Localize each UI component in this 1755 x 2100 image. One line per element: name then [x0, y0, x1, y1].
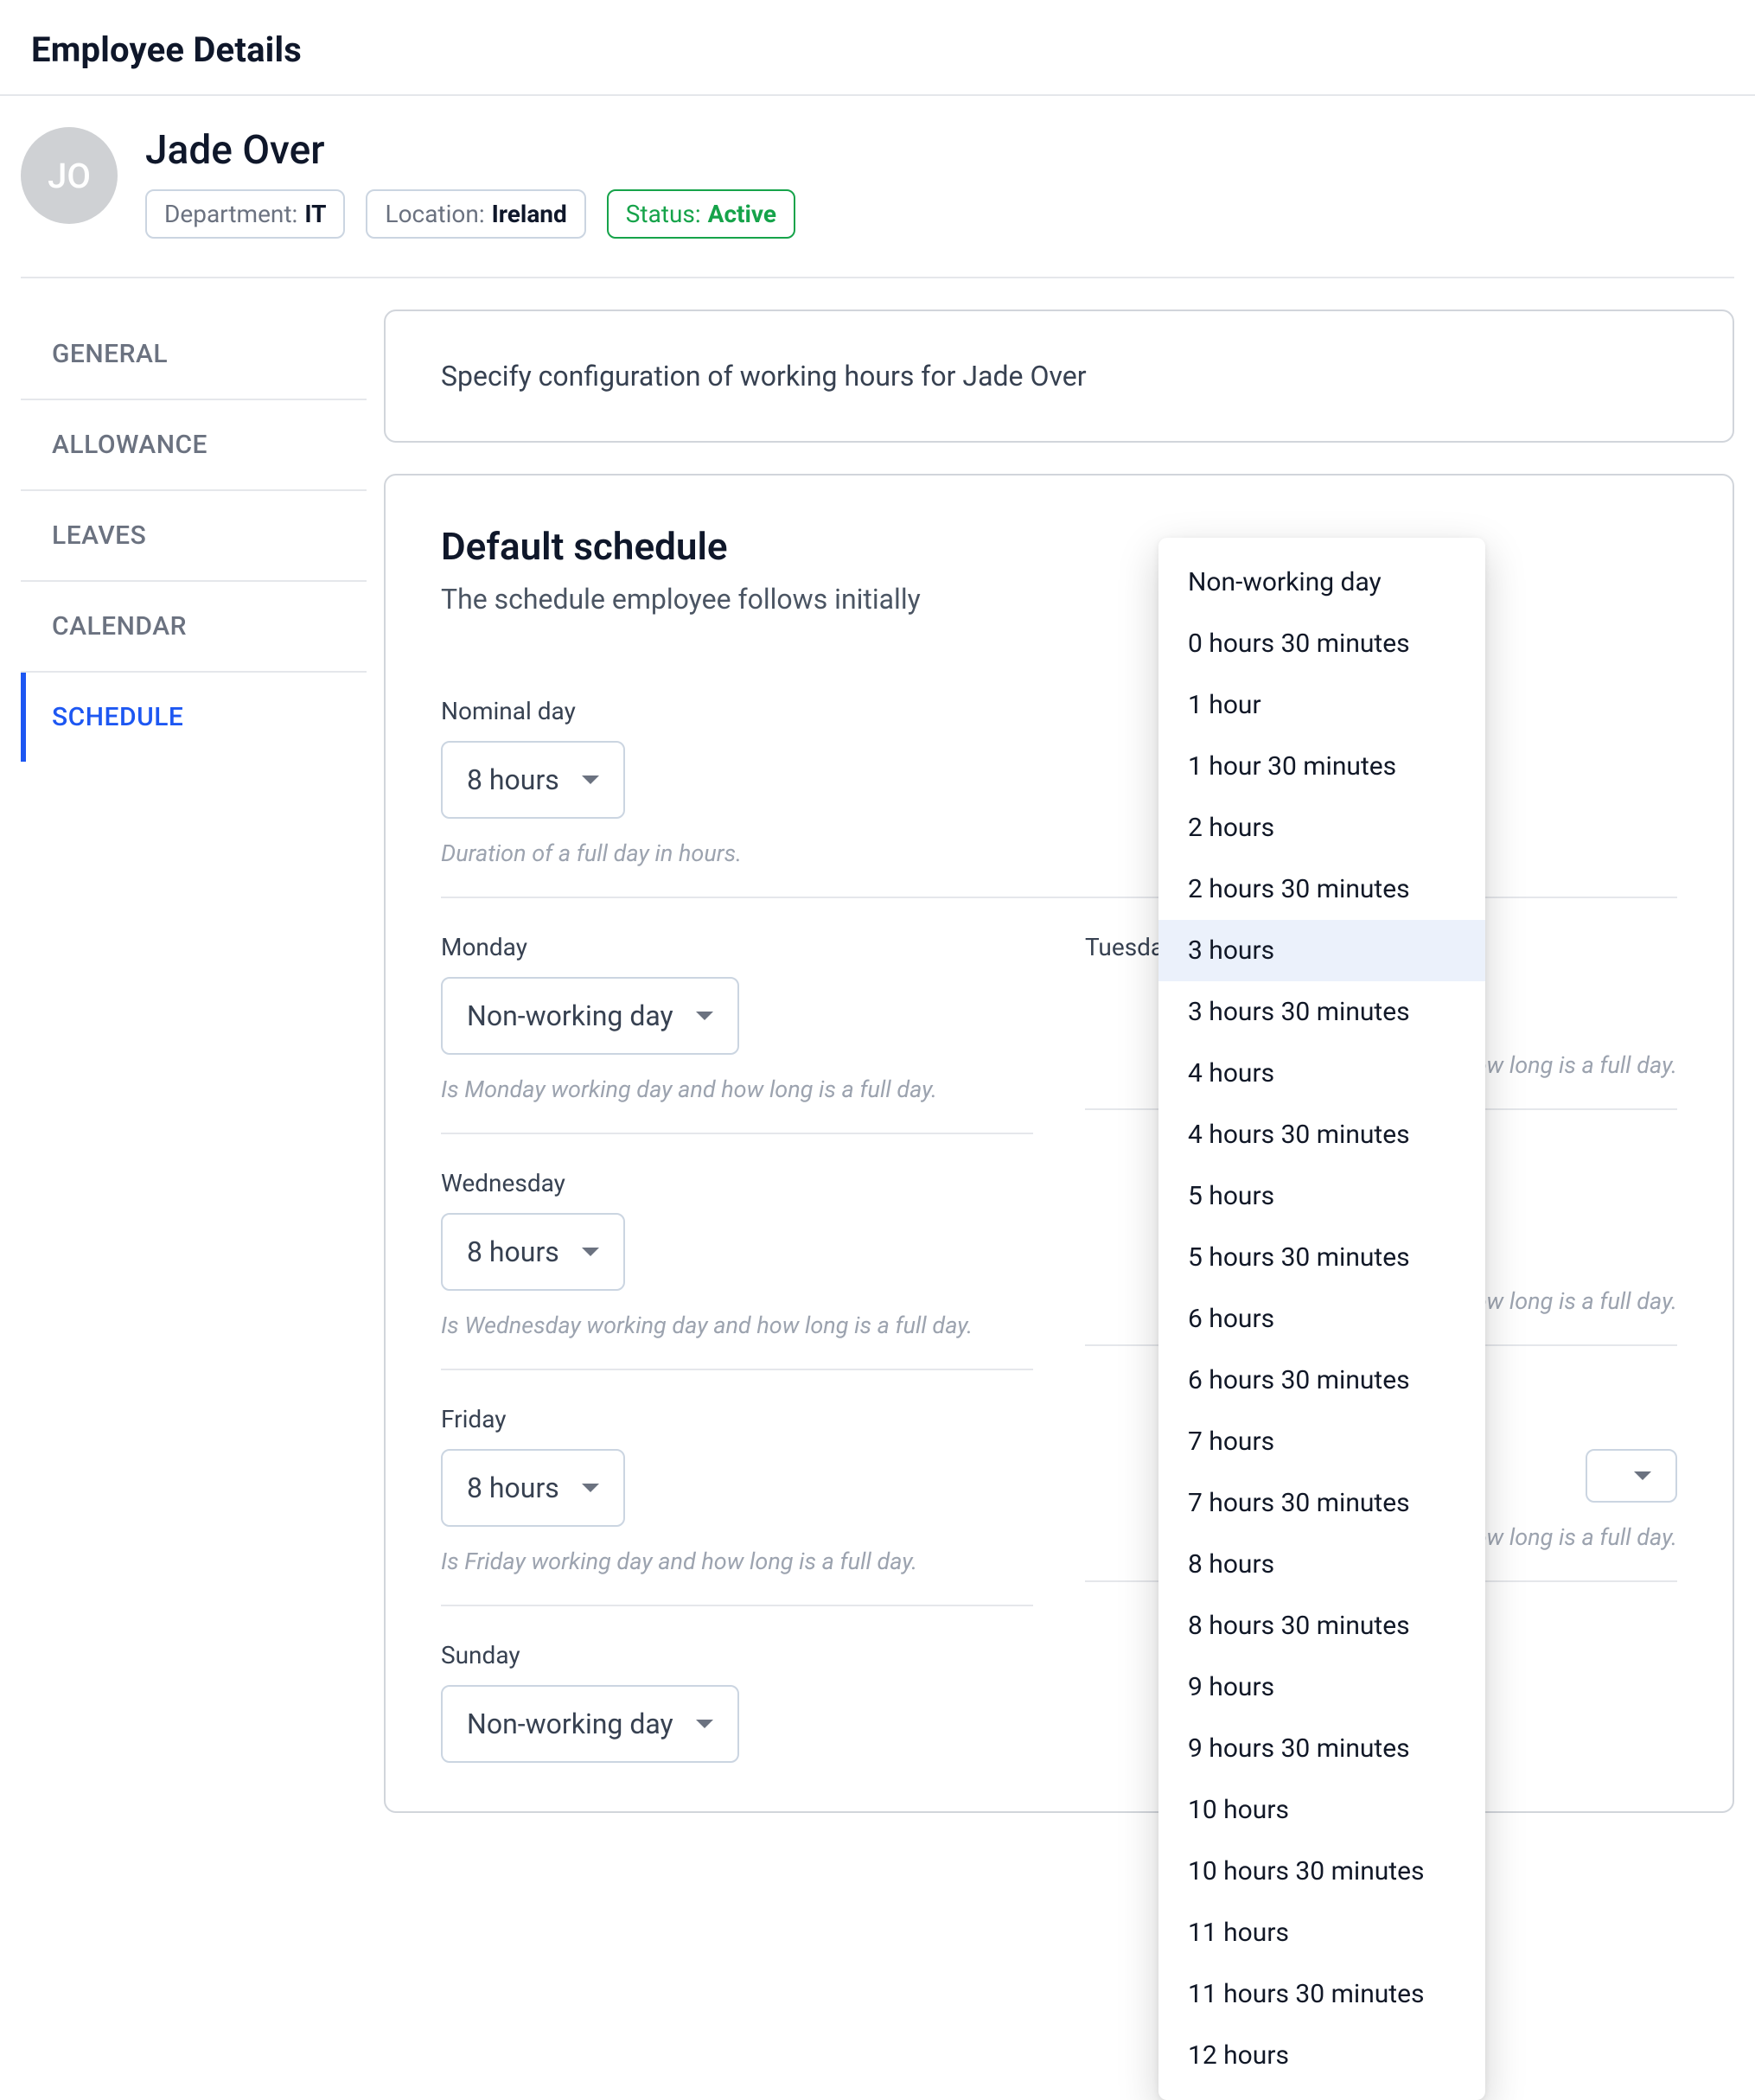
- intro-text: Specify configuration of working hours f…: [441, 360, 1677, 393]
- schedule-card: Default schedule The schedule employee f…: [384, 474, 1734, 1813]
- chips-row: Department: IT Location: Ireland Status:…: [145, 189, 795, 239]
- dropdown-option[interactable]: 8 hours: [1158, 1534, 1485, 1595]
- dropdown-option[interactable]: 0 hours 30 minutes: [1158, 613, 1485, 674]
- nominal-day-label: Nominal day: [441, 697, 1677, 725]
- content-area: GENERAL ALLOWANCE LEAVES CALENDAR SCHEDU…: [0, 278, 1755, 1844]
- chevron-down-icon: [696, 1720, 713, 1728]
- dropdown-option[interactable]: 4 hours: [1158, 1043, 1485, 1104]
- day-help-wednesday: Is Wednesday working day and how long is…: [441, 1312, 1033, 1339]
- side-nav: GENERAL ALLOWANCE LEAVES CALENDAR SCHEDU…: [21, 310, 367, 762]
- dropdown-option[interactable]: 2 hours 30 minutes: [1158, 859, 1485, 920]
- dropdown-option[interactable]: 11 hours 30 minutes: [1158, 1963, 1485, 2025]
- dropdown-option[interactable]: 6 hours 30 minutes: [1158, 1350, 1485, 1411]
- day-block-friday: Friday 8 hours Is Friday working day and…: [441, 1370, 1033, 1606]
- dropdown-option[interactable]: 7 hours: [1158, 1411, 1485, 1472]
- dropdown-option[interactable]: 4 hours 30 minutes: [1158, 1104, 1485, 1165]
- chip-status-value: Active: [708, 200, 776, 228]
- page-header: Employee Details: [0, 0, 1755, 96]
- schedule-card-title: Default schedule: [441, 524, 1677, 569]
- chevron-down-icon: [1634, 1471, 1651, 1480]
- dropdown-option[interactable]: 9 hours: [1158, 1656, 1485, 1718]
- chevron-down-icon: [582, 776, 599, 784]
- day-label-monday: Monday: [441, 933, 1033, 961]
- day-select-saturday[interactable]: [1586, 1449, 1677, 1503]
- schedule-card-subtitle: The schedule employee follows initially: [441, 583, 1677, 616]
- day-label-wednesday: Wednesday: [441, 1169, 1033, 1197]
- main-column: Specify configuration of working hours f…: [384, 310, 1734, 1844]
- chevron-down-icon: [582, 1484, 599, 1492]
- nominal-day-value: 8 hours: [467, 763, 559, 796]
- chip-department: Department: IT: [145, 189, 345, 239]
- chip-department-value: IT: [304, 200, 326, 228]
- day-block-sunday: Sunday Non-working day: [441, 1606, 1033, 1763]
- day-help-friday: Is Friday working day and how long is a …: [441, 1548, 1033, 1575]
- employee-name: Jade Over: [145, 127, 795, 174]
- chip-location-label: Location:: [385, 200, 484, 228]
- chevron-down-icon: [696, 1012, 713, 1020]
- employee-summary: JO Jade Over Department: IT Location: Ir…: [0, 96, 1755, 239]
- sidebar-item-leaves[interactable]: LEAVES: [21, 491, 367, 582]
- avatar: JO: [21, 127, 118, 224]
- dropdown-option[interactable]: 11 hours: [1158, 1902, 1485, 1963]
- sidebar-item-schedule[interactable]: SCHEDULE: [21, 673, 367, 762]
- page-title: Employee Details: [31, 29, 1724, 70]
- chip-location-value: Ireland: [492, 200, 567, 228]
- day-value-friday: 8 hours: [467, 1471, 559, 1504]
- sidebar-item-general[interactable]: GENERAL: [21, 310, 367, 400]
- dropdown-option[interactable]: Non-working day: [1158, 552, 1485, 613]
- intro-card: Specify configuration of working hours f…: [384, 310, 1734, 443]
- dropdown-option[interactable]: 2 hours: [1158, 797, 1485, 859]
- dropdown-option[interactable]: 10 hours 30 minutes: [1158, 1841, 1485, 1902]
- dropdown-option[interactable]: 10 hours: [1158, 1779, 1485, 1841]
- day-label-sunday: Sunday: [441, 1641, 1033, 1669]
- dropdown-option[interactable]: 1 hour: [1158, 674, 1485, 736]
- day-label-friday: Friday: [441, 1405, 1033, 1433]
- nominal-day-select[interactable]: 8 hours: [441, 741, 625, 819]
- day-value-sunday: Non-working day: [467, 1707, 673, 1740]
- chip-department-label: Department:: [164, 200, 297, 228]
- dropdown-option[interactable]: 3 hours 30 minutes: [1158, 981, 1485, 1043]
- day-select-wednesday[interactable]: 8 hours: [441, 1213, 625, 1291]
- dropdown-option[interactable]: 6 hours: [1158, 1288, 1485, 1350]
- dropdown-option[interactable]: 7 hours 30 minutes: [1158, 1472, 1485, 1534]
- sidebar-item-allowance[interactable]: ALLOWANCE: [21, 400, 367, 491]
- dropdown-option[interactable]: 1 hour 30 minutes: [1158, 736, 1485, 797]
- day-block-monday: Monday Non-working day Is Monday working…: [441, 898, 1033, 1134]
- dropdown-option[interactable]: 5 hours: [1158, 1165, 1485, 1227]
- day-help-monday: Is Monday working day and how long is a …: [441, 1076, 1033, 1103]
- dropdown-option[interactable]: 3 hours: [1158, 920, 1485, 981]
- sidebar-item-calendar[interactable]: CALENDAR: [21, 582, 367, 673]
- dropdown-option[interactable]: 12 hours: [1158, 2025, 1485, 2086]
- chip-status: Status: Active: [607, 189, 795, 239]
- dropdown-option[interactable]: 9 hours 30 minutes: [1158, 1718, 1485, 1779]
- day-block-wednesday: Wednesday 8 hours Is Wednesday working d…: [441, 1134, 1033, 1370]
- day-value-wednesday: 8 hours: [467, 1235, 559, 1268]
- avatar-initials: JO: [48, 156, 91, 196]
- day-select-friday[interactable]: 8 hours: [441, 1449, 625, 1527]
- chevron-down-icon: [582, 1248, 599, 1256]
- nominal-day-block: Nominal day 8 hours Duration of a full d…: [441, 657, 1677, 898]
- chip-status-label: Status:: [626, 200, 701, 228]
- day-value-monday: Non-working day: [467, 999, 673, 1032]
- days-grid: Monday Non-working day Is Monday working…: [441, 898, 1677, 1763]
- chip-location: Location: Ireland: [366, 189, 585, 239]
- nominal-day-help: Duration of a full day in hours.: [441, 839, 1677, 867]
- employee-info: Jade Over Department: IT Location: Irela…: [145, 127, 795, 239]
- dropdown-option[interactable]: 8 hours 30 minutes: [1158, 1595, 1485, 1656]
- day-select-monday[interactable]: Non-working day: [441, 977, 739, 1055]
- hours-dropdown[interactable]: Non-working day0 hours 30 minutes1 hour1…: [1158, 538, 1485, 2100]
- day-select-sunday[interactable]: Non-working day: [441, 1685, 739, 1763]
- dropdown-option[interactable]: 5 hours 30 minutes: [1158, 1227, 1485, 1288]
